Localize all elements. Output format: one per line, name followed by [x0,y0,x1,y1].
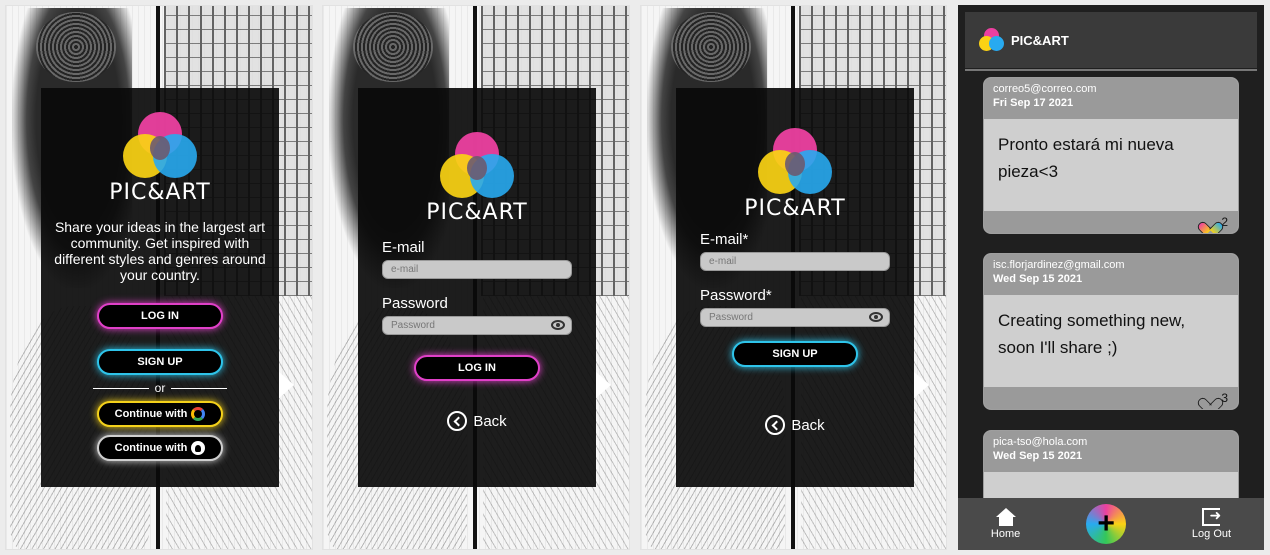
back-arrow-icon [447,411,468,431]
password-placeholder: Password [709,312,753,323]
nav-logout-label: Log Out [1191,528,1232,540]
password-input[interactable]: Password [382,316,572,335]
brand-name: PIC&ART [744,196,846,221]
continue-with-github-button[interactable]: Continue with [97,435,223,461]
heart-icon[interactable] [1202,216,1217,229]
post-text: Pronto estará mi nueva pieza<3 [984,119,1238,211]
show-password-eye-icon[interactable] [869,312,883,322]
back-label: Back [791,416,825,434]
back-button[interactable]: Back [358,411,596,431]
brand-logo-icon [440,132,514,198]
post-text: Creating something new, soon I'll share … [984,295,1238,387]
email-input[interactable]: e-mail [700,252,890,271]
welcome-screen: PIC&ART Share your ideas in the largest … [5,5,313,550]
google-button-label: Continue with [114,408,188,420]
plus-icon: + [1097,507,1115,540]
login-screen: PIC&ART E-mail e-mail Password Password … [322,5,630,550]
email-label: E-mail* [700,231,749,248]
email-label: E-mail [382,239,425,256]
nav-home[interactable]: Home [991,508,1020,540]
signup-card: PIC&ART E-mail* e-mail Password* Passwor… [676,88,914,487]
login-card: PIC&ART E-mail e-mail Password Password … [358,88,596,487]
login-button[interactable]: LOG IN [97,303,223,329]
password-label: Password* [700,287,772,304]
post-card[interactable]: correo5@correo.com Fri Sep 17 2021 Pront… [983,77,1239,234]
github-button-label: Continue with [114,442,188,454]
post-card[interactable]: isc.florjardinez@gmail.com Wed Sep 15 20… [983,253,1239,410]
google-icon [191,407,206,422]
back-label: Back [473,412,507,430]
nav-home-label: Home [990,528,1021,540]
header-divider [965,69,1257,71]
post-author-email: correo5@correo.com [993,83,1097,95]
github-icon [191,441,206,456]
signup-screen: PIC&ART E-mail* e-mail Password* Passwor… [640,5,947,550]
brand-logo-icon [979,28,1005,52]
signup-button[interactable]: SIGN UP [97,349,223,375]
back-arrow-icon [765,415,786,435]
brand-logo-icon [123,112,197,178]
password-placeholder: Password [391,320,435,331]
brand-name: PIC&ART [426,200,528,225]
app-title: PIC&ART [1011,32,1069,48]
email-input[interactable]: e-mail [382,260,572,279]
add-post-button[interactable]: + [1086,504,1127,544]
heart-icon[interactable] [1202,392,1217,405]
post-date: Wed Sep 15 2021 [993,450,1083,462]
home-icon [995,508,1016,526]
feed-screen: PIC&ART correo5@correo.com Fri Sep 17 20… [958,5,1264,550]
logout-icon [1202,507,1221,526]
password-label: Password [382,295,448,312]
brand-logo-icon [758,128,832,194]
post-author-email: pica-tso@hola.com [993,436,1088,448]
post-date: Wed Sep 15 2021 [993,273,1083,285]
post-author-email: isc.florjardinez@gmail.com [993,259,1125,271]
signup-submit-button[interactable]: SIGN UP [732,341,858,367]
or-divider: or [41,381,279,395]
tagline: Share your ideas in the largest art comm… [54,219,266,283]
app-header: PIC&ART [965,12,1257,68]
post-date: Fri Sep 17 2021 [993,97,1074,109]
bottom-nav: Home + Log Out [958,498,1264,550]
continue-with-google-button[interactable]: Continue with [97,401,223,427]
login-submit-button[interactable]: LOG IN [414,355,540,381]
or-label: or [154,381,166,395]
welcome-card: PIC&ART Share your ideas in the largest … [41,88,279,487]
back-button[interactable]: Back [676,415,914,435]
nav-logout[interactable]: Log Out [1191,507,1232,540]
password-input[interactable]: Password [700,308,890,327]
show-password-eye-icon[interactable] [551,320,565,330]
brand-name: PIC&ART [109,180,211,205]
